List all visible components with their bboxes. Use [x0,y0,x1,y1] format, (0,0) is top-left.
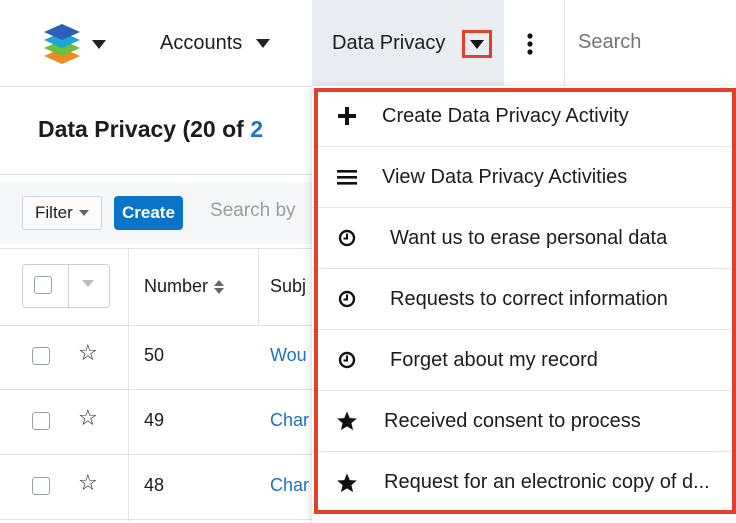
caret-down-icon [470,39,484,49]
menu-item-label: Want us to erase personal data [390,226,668,249]
row-subject-link[interactable]: Char [270,410,309,431]
star-icon [336,472,358,494]
favorite-star-icon[interactable]: ☆ [78,405,98,431]
filter-label: Filter [35,203,73,222]
nav-divider [564,0,565,86]
accounts-caret-down-icon[interactable] [256,38,271,48]
menu-item-label: Received consent to process [384,409,641,432]
global-search-input[interactable] [576,30,730,55]
menu-item-correct-information[interactable]: Requests to correct information [312,269,736,330]
nav-data-privacy-label: Data Privacy [332,31,446,54]
top-navigation-bar: Accounts Data Privacy [0,0,736,87]
menu-item-label: Create Data Privacy Activity [382,104,629,127]
row-checkbox[interactable] [32,477,50,495]
logo-caret-down-icon[interactable] [92,40,106,49]
select-divider [68,264,69,308]
divider [0,174,320,175]
data-privacy-caret-button[interactable] [462,30,492,58]
page-title-count: 2 [250,116,264,142]
menu-item-label: View Data Privacy Activities [382,165,628,188]
row-checkbox[interactable] [32,412,50,430]
menu-item-view-data-privacy-activities[interactable]: View Data Privacy Activities [312,147,736,208]
column-header-number[interactable]: Number [144,276,225,297]
select-all-checkbox[interactable] [34,276,52,294]
menu-item-create-data-privacy-activity[interactable]: Create Data Privacy Activity [312,86,736,147]
row-number: 49 [144,410,165,430]
more-menu-icon[interactable] [520,32,540,56]
page-title-prefix: Data Privacy (20 of [38,116,251,142]
create-button[interactable]: Create [114,196,183,230]
clock-icon [336,288,358,310]
row-number: 48 [144,475,165,495]
menu-item-label: Forget about my record [390,348,598,371]
sort-icon[interactable] [214,279,225,295]
row-subject-link[interactable]: Wou [270,345,307,366]
list-icon [336,166,358,188]
select-caret-down-icon[interactable] [82,280,94,287]
menu-item-forget-my-record[interactable]: Forget about my record [312,330,736,391]
row-checkbox[interactable] [32,347,50,365]
column-header-number-label: Number [144,276,209,296]
filter-caret-down-icon [78,210,89,216]
nav-accounts-label: Accounts [160,31,243,54]
column-header-subject[interactable]: Subj [270,276,306,297]
plus-icon [336,105,358,127]
column-divider [258,249,259,325]
menu-item-label: Request for an electronic copy of d... [384,471,710,493]
row-number: 50 [144,345,165,365]
sugar-cube-logo-icon[interactable] [42,22,82,70]
star-icon [336,410,358,432]
clock-icon [336,349,358,371]
clock-icon [336,227,358,249]
menu-item-label: Requests to correct information [390,287,668,310]
page-title: Data Privacy (20 of 2 [38,116,263,143]
menu-item-electronic-copy-request[interactable]: Request for an electronic copy of d... [312,452,736,513]
favorite-star-icon[interactable]: ☆ [78,340,98,366]
row-subject-link[interactable]: Char [270,475,309,496]
list-search-input[interactable]: Search by [210,200,296,222]
menu-item-erase-personal-data[interactable]: Want us to erase personal data [312,208,736,269]
filter-button[interactable]: Filter [22,196,102,230]
nav-accounts-tab[interactable]: Accounts [160,0,271,86]
menu-item-received-consent[interactable]: Received consent to process [312,391,736,452]
favorite-star-icon[interactable]: ☆ [78,470,98,496]
